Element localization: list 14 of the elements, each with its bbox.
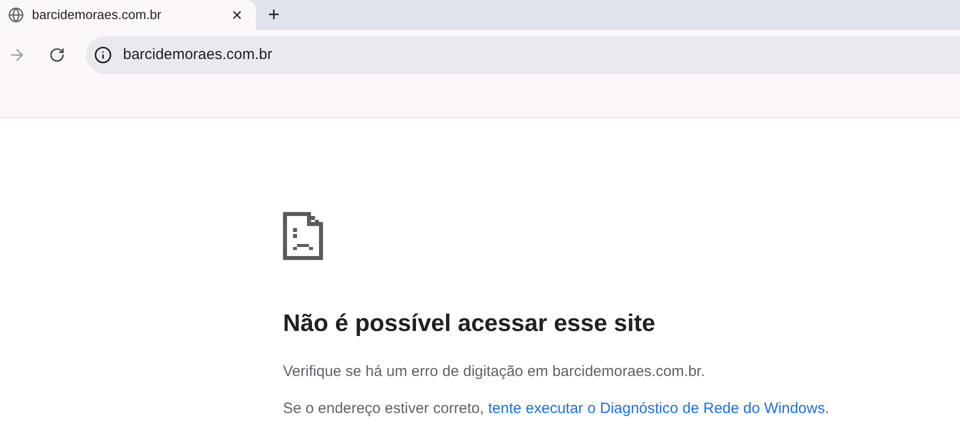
error-hint: Se o endereço estiver correto, tente executar o Diagnóstico de Rede do Windows. (283, 398, 830, 418)
diagnostics-link[interactable]: tente executar o Diagnóstico de Rede do Windows (488, 400, 825, 416)
reload-icon[interactable] (49, 47, 65, 63)
close-tab-button[interactable]: × (228, 6, 246, 24)
tab-title: barcidemoraes.com.br (32, 6, 162, 24)
error-title: Não é possível acessar esse site (283, 309, 656, 339)
new-tab-button[interactable]: + (268, 0, 280, 30)
sad-page-icon (283, 212, 323, 260)
error-message: Verifique se há um erro de digitação em barcidemoraes.com.br. (283, 362, 705, 382)
info-icon (94, 46, 112, 64)
globe-icon (8, 7, 24, 23)
url-text: barcidemoraes.com.br (123, 44, 272, 65)
browser-tab[interactable]: barcidemoraes.com.br × (0, 0, 256, 30)
address-field[interactable]: barcidemoraes.com.br (86, 36, 960, 74)
